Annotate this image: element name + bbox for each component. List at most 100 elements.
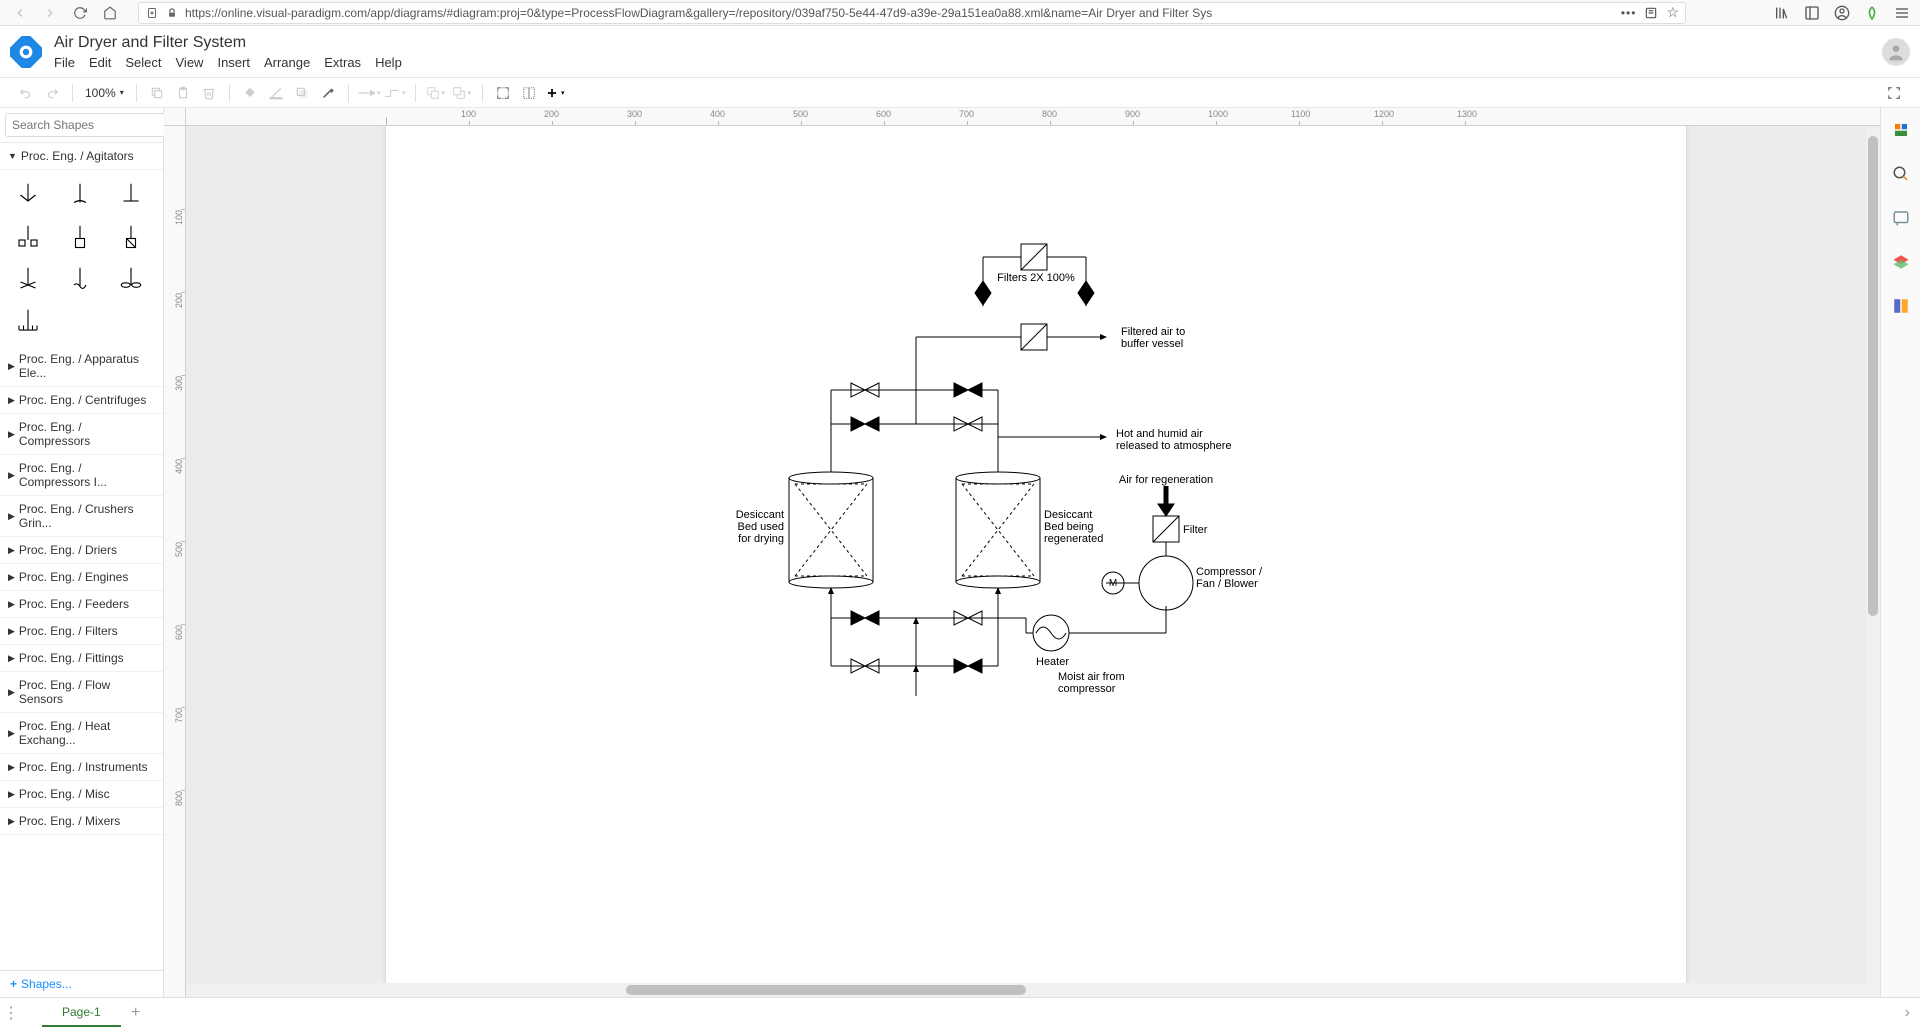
label-air-regen: Air for regeneration	[1116, 474, 1216, 486]
address-bar[interactable]: https://online.visual-paradigm.com/app/d…	[138, 2, 1686, 24]
forward-button[interactable]	[38, 1, 62, 25]
back-button[interactable]	[8, 1, 32, 25]
add-button[interactable]: ▾	[543, 81, 567, 105]
menu-view[interactable]: View	[176, 55, 204, 70]
account-icon[interactable]	[1832, 3, 1852, 23]
menu-bar: File Edit Select View Insert Arrange Ext…	[54, 55, 402, 70]
shadow-button[interactable]	[290, 81, 314, 105]
reader-icon[interactable]	[1644, 6, 1658, 20]
tabs-next[interactable]: ›	[1905, 1004, 1920, 1022]
to-back-button[interactable]: ▾	[450, 81, 474, 105]
label-hot-humid: Hot and humid air released to atmosphere	[1116, 428, 1236, 452]
zoom-level[interactable]: 100%▾	[81, 86, 128, 100]
label-desiccant-2: Desiccant Bed being regenerated	[1044, 509, 1114, 545]
extension-icon[interactable]	[1862, 3, 1882, 23]
shape-item[interactable]	[60, 178, 100, 212]
canvas-area: 1002003004005006007008009001000110012001…	[164, 108, 1880, 997]
url-text: https://online.visual-paradigm.com/app/d…	[185, 6, 1212, 20]
undo-button[interactable]	[14, 81, 38, 105]
menu-icon[interactable]	[1892, 3, 1912, 23]
format-painter-button[interactable]	[316, 81, 340, 105]
add-page-button[interactable]: +	[121, 1004, 151, 1022]
user-avatar[interactable]	[1882, 38, 1910, 66]
shape-item[interactable]	[111, 178, 151, 212]
category-item[interactable]: ▶Proc. Eng. / Centrifuges	[0, 387, 163, 414]
category-item[interactable]: ▶Proc. Eng. / Filters	[0, 618, 163, 645]
more-icon[interactable]: •••	[1621, 6, 1637, 20]
delete-button[interactable]	[197, 81, 221, 105]
page-tabs-bar: ⋮ Page-1 + ›	[0, 997, 1920, 1027]
shape-item[interactable]	[60, 220, 100, 254]
label-motor: M	[1106, 578, 1120, 589]
menu-arrange[interactable]: Arrange	[264, 55, 310, 70]
category-item[interactable]: ▶Proc. Eng. / Instruments	[0, 754, 163, 781]
shape-item[interactable]	[60, 262, 100, 296]
category-item[interactable]: ▶Proc. Eng. / Misc	[0, 781, 163, 808]
rail-outline-icon[interactable]	[1889, 294, 1913, 318]
menu-extras[interactable]: Extras	[324, 55, 361, 70]
fill-color-button[interactable]	[238, 81, 262, 105]
menu-edit[interactable]: Edit	[89, 55, 111, 70]
ruler-corner	[164, 108, 186, 126]
waypoint-button[interactable]: ▾	[383, 81, 407, 105]
canvas-viewport[interactable]: Filters 2X 100% Filtered air to buffer v…	[186, 126, 1866, 983]
fit-page-button[interactable]	[491, 81, 515, 105]
shape-item[interactable]	[8, 178, 48, 212]
paste-button[interactable]	[171, 81, 195, 105]
category-item[interactable]: ▶Proc. Eng. / Flow Sensors	[0, 672, 163, 713]
tabs-handle[interactable]: ⋮	[0, 1003, 22, 1023]
rail-format-icon[interactable]	[1889, 118, 1913, 142]
category-item[interactable]: ▶Proc. Eng. / Mixers	[0, 808, 163, 835]
category-item[interactable]: ▶Proc. Eng. / Crushers Grin...	[0, 496, 163, 537]
label-filter: Filter	[1183, 524, 1207, 536]
category-item[interactable]: ▶Proc. Eng. / Compressors I...	[0, 455, 163, 496]
shape-item[interactable]	[111, 220, 151, 254]
horizontal-scrollbar[interactable]	[186, 983, 1866, 997]
category-item[interactable]: ▶Proc. Eng. / Apparatus Ele...	[0, 346, 163, 387]
to-front-button[interactable]: ▾	[424, 81, 448, 105]
home-button[interactable]	[98, 1, 122, 25]
category-item[interactable]: ▶Proc. Eng. / Feeders	[0, 591, 163, 618]
connection-button[interactable]: ▾	[357, 81, 381, 105]
bookmark-icon[interactable]: ☆	[1666, 4, 1679, 21]
category-agitators[interactable]: ▼Proc. Eng. / Agitators	[0, 143, 163, 170]
page[interactable]: Filters 2X 100% Filtered air to buffer v…	[386, 126, 1686, 983]
shape-item[interactable]	[8, 220, 48, 254]
toolbar: 100%▾ ▾ ▾ ▾ ▾ ▾	[0, 78, 1920, 108]
shape-item[interactable]	[111, 262, 151, 296]
reload-button[interactable]	[68, 1, 92, 25]
rail-layers-icon[interactable]	[1889, 250, 1913, 274]
menu-help[interactable]: Help	[375, 55, 402, 70]
copy-button[interactable]	[145, 81, 169, 105]
right-rail	[1880, 108, 1920, 997]
rail-comments-icon[interactable]	[1889, 206, 1913, 230]
category-item[interactable]: ▶Proc. Eng. / Heat Exchang...	[0, 713, 163, 754]
sidebar-icon[interactable]	[1802, 3, 1822, 23]
shield-icon	[145, 6, 159, 20]
browser-chrome: https://online.visual-paradigm.com/app/d…	[0, 0, 1920, 26]
fit-width-button[interactable]	[517, 81, 541, 105]
category-item[interactable]: ▶Proc. Eng. / Driers	[0, 537, 163, 564]
menu-file[interactable]: File	[54, 55, 75, 70]
rail-search-icon[interactable]	[1889, 162, 1913, 186]
shape-item[interactable]	[8, 262, 48, 296]
label-moist-air: Moist air from compressor	[1058, 671, 1138, 695]
shapes-sidebar: ⋮ ▼Proc. Eng. / Agitators ▶Proc. Eng. / …	[0, 108, 164, 997]
vertical-scrollbar[interactable]	[1866, 126, 1880, 983]
line-color-button[interactable]	[264, 81, 288, 105]
app-title: Air Dryer and Filter System	[54, 33, 402, 52]
page-tab[interactable]: Page-1	[42, 998, 121, 1027]
menu-select[interactable]: Select	[125, 55, 161, 70]
shape-item[interactable]	[8, 304, 48, 338]
library-icon[interactable]	[1772, 3, 1792, 23]
more-shapes-button[interactable]: +Shapes...	[0, 970, 163, 997]
redo-button[interactable]	[40, 81, 64, 105]
fullscreen-button[interactable]	[1882, 81, 1906, 105]
label-filters: Filters 2X 100%	[986, 272, 1086, 284]
menu-insert[interactable]: Insert	[217, 55, 250, 70]
lock-icon	[165, 6, 179, 20]
category-item[interactable]: ▶Proc. Eng. / Compressors	[0, 414, 163, 455]
category-item[interactable]: ▶Proc. Eng. / Fittings	[0, 645, 163, 672]
search-input[interactable]	[5, 113, 174, 137]
category-item[interactable]: ▶Proc. Eng. / Engines	[0, 564, 163, 591]
